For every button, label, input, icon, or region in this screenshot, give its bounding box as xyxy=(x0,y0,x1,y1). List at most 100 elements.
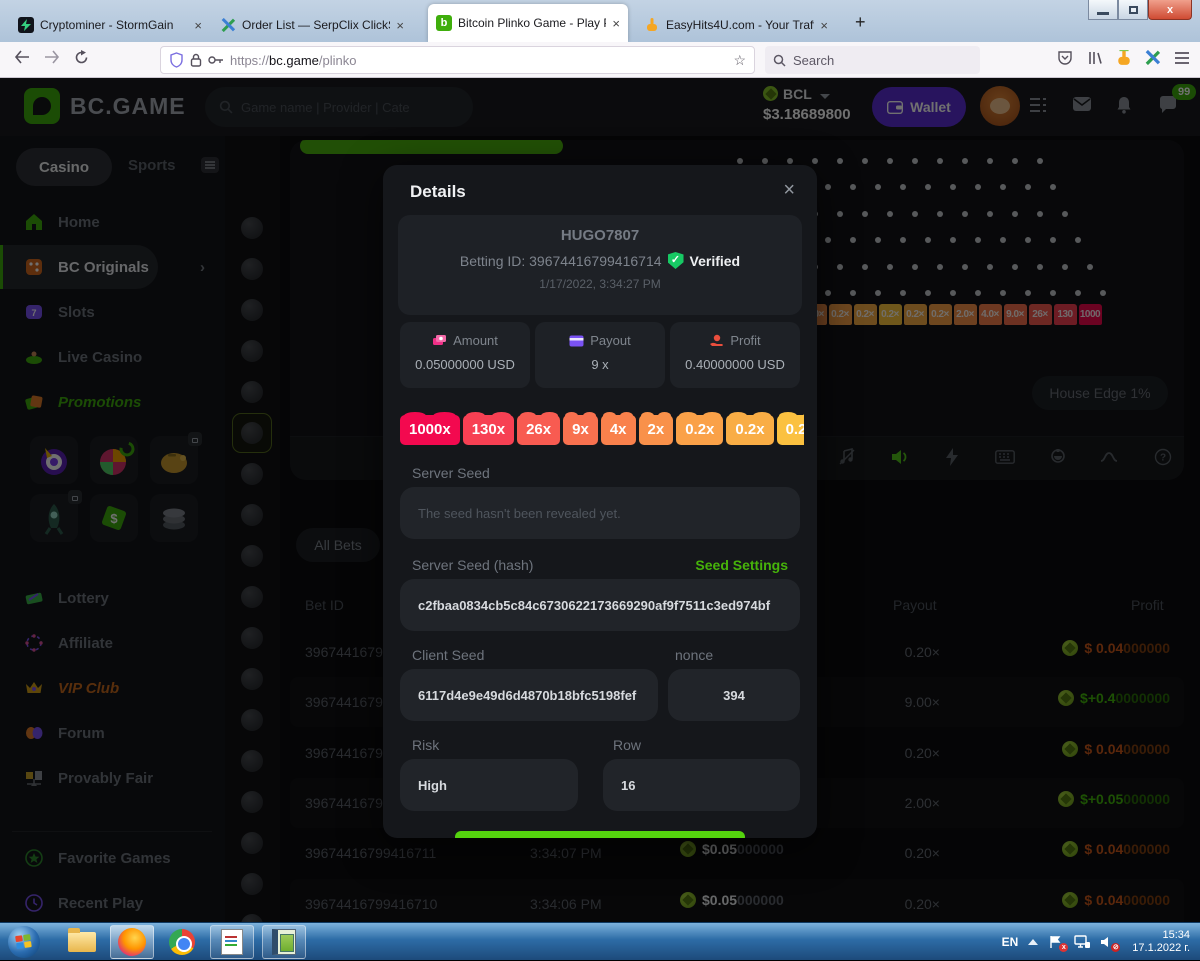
verified-label: Verified xyxy=(690,253,741,269)
multiplier-chip: 130x xyxy=(463,415,514,445)
taskbar-chrome-icon[interactable] xyxy=(160,925,204,959)
amount-card: Amount 0.05000000 USD xyxy=(400,322,530,388)
close-button[interactable]: x xyxy=(1148,0,1192,20)
browser-tab-3-active[interactable]: b Bitcoin Plinko Game - Play Plin × xyxy=(428,4,628,42)
bcgame-favicon: b xyxy=(436,15,452,31)
tray-expand-icon[interactable] xyxy=(1028,939,1038,945)
back-button[interactable] xyxy=(14,50,30,69)
row-label: Row xyxy=(613,737,641,753)
forward-button[interactable] xyxy=(44,50,60,69)
multiplier-chip: 2x xyxy=(639,415,674,445)
key-icon[interactable] xyxy=(208,55,224,65)
multiplier-chip: 26x xyxy=(517,415,560,445)
serpclix-extension-icon[interactable] xyxy=(1145,50,1160,70)
pocket-icon[interactable] xyxy=(1057,50,1073,71)
search-icon xyxy=(773,54,786,67)
multiplier-chips-row: 1000x130x26x9x4x2x0.2x0.2x0.2x0.2x xyxy=(400,410,804,446)
url-bar[interactable]: https://bc.game/plinko ☆ xyxy=(160,46,755,74)
network-icon[interactable] xyxy=(1074,935,1090,949)
card-label: Payout xyxy=(590,333,630,348)
card-value: 9 x xyxy=(535,357,665,372)
tab-title: EasyHits4U.com - Your Traffic E xyxy=(666,18,814,32)
library-icon[interactable] xyxy=(1087,50,1103,71)
risk-select[interactable]: High xyxy=(400,759,578,811)
multiplier-chip: 4x xyxy=(601,415,636,445)
url-path: /plinko xyxy=(319,53,357,68)
serpclix-favicon xyxy=(220,17,236,33)
row-value: 16 xyxy=(621,778,635,793)
url-protocol: https:// xyxy=(230,53,269,68)
bet-timestamp: 1/17/2022, 3:34:27 PM xyxy=(398,277,802,291)
card-value: 0.05000000 USD xyxy=(400,357,530,372)
taskbar-explorer-icon[interactable] xyxy=(60,925,104,959)
server-seed-hash-value: c2fbaa0834cb5c84c6730622173669290af9f751… xyxy=(418,598,770,613)
row-select[interactable]: 16 xyxy=(603,759,800,811)
betting-id: Betting ID: 39674416799416714 xyxy=(460,253,662,269)
tab-close-icon[interactable]: × xyxy=(820,18,828,33)
action-center-flag-icon[interactable]: x xyxy=(1048,935,1064,949)
windows-taskbar: EN x ⊘ 15:34 17.1.2022 г. xyxy=(0,922,1200,960)
hand-coin-icon xyxy=(709,334,724,348)
clock-time: 15:34 xyxy=(1132,929,1190,942)
nonce-value: 394 xyxy=(723,688,745,703)
server-seed-hash-label: Server Seed (hash) xyxy=(412,557,533,573)
url-domain: bc.game xyxy=(269,53,319,68)
page-content: BC.GAME Game name | Provider | Cate BCL … xyxy=(0,78,1200,922)
taskbar-firefox-icon[interactable] xyxy=(110,925,154,959)
reload-button[interactable] xyxy=(74,50,89,70)
stormgain-favicon xyxy=(18,17,34,33)
minimize-button[interactable] xyxy=(1088,0,1118,20)
taskbar-clock[interactable]: 15:34 17.1.2022 г. xyxy=(1132,929,1190,955)
tab-title: Order List — SerpClix ClickSense xyxy=(242,18,390,32)
bookmark-star-icon[interactable]: ☆ xyxy=(733,52,746,69)
lock-icon[interactable] xyxy=(190,53,202,68)
card-label: Profit xyxy=(730,333,760,348)
username: HUGO7807 xyxy=(398,227,802,244)
client-seed-field[interactable]: 6117d4e9e49d6d4870b18bfc5198fef xyxy=(400,669,658,721)
taskbar-calc-icon[interactable] xyxy=(262,925,306,959)
multiplier-chip: 1000x xyxy=(400,415,460,445)
restore-button[interactable] xyxy=(1118,0,1148,20)
menu-hamburger-icon[interactable] xyxy=(1174,51,1190,70)
server-seed-field[interactable]: The seed hasn't been revealed yet. xyxy=(400,487,800,539)
multiplier-chip: 0.2x xyxy=(777,415,804,445)
risk-value: High xyxy=(418,778,447,793)
tracking-shield-icon[interactable] xyxy=(169,52,184,68)
bet-summary-block: HUGO7807 Betting ID: 39674416799416714 ✓… xyxy=(398,215,802,315)
modal-title: Details xyxy=(410,182,466,202)
tab-close-icon[interactable]: × xyxy=(396,18,404,33)
close-icon[interactable]: × xyxy=(783,179,795,202)
server-seed-hash-field[interactable]: c2fbaa0834cb5c84c6730622173669290af9f751… xyxy=(400,579,800,631)
search-placeholder: Search xyxy=(793,53,834,68)
server-seed-placeholder: The seed hasn't been revealed yet. xyxy=(418,506,621,521)
taskbar-document-icon[interactable] xyxy=(210,925,254,959)
multiplier-chip: 0.2x xyxy=(726,415,773,445)
browser-tab-2[interactable]: Order List — SerpClix ClickSense × xyxy=(212,8,412,42)
multiplier-chip: 9x xyxy=(563,415,598,445)
clock-date: 17.1.2022 г. xyxy=(1132,942,1190,955)
money-icon xyxy=(432,334,447,347)
profit-card: Profit 0.40000000 USD xyxy=(670,322,800,388)
card-icon xyxy=(569,335,584,347)
verify-button[interactable] xyxy=(455,831,745,838)
verified-shield-icon: ✓ xyxy=(668,252,684,269)
browser-tab-1[interactable]: Cryptominer - StormGain × xyxy=(10,8,210,42)
start-button[interactable] xyxy=(2,925,46,959)
browser-search-box[interactable]: Search xyxy=(765,46,980,74)
tab-title: Bitcoin Plinko Game - Play Plin xyxy=(458,16,606,30)
easyhits-extension-icon[interactable] xyxy=(1117,50,1131,71)
card-value: 0.40000000 USD xyxy=(670,357,800,372)
tab-close-icon[interactable]: × xyxy=(194,18,202,33)
seed-settings-link[interactable]: Seed Settings xyxy=(695,557,788,573)
new-tab-button[interactable]: + xyxy=(855,12,866,33)
tab-close-icon[interactable]: × xyxy=(612,16,620,31)
tab-title: Cryptominer - StormGain xyxy=(40,18,188,32)
browser-tab-4[interactable]: EasyHits4U.com - Your Traffic E × xyxy=(636,8,836,42)
easyhits-favicon xyxy=(644,17,660,33)
window-controls: x xyxy=(1088,0,1192,20)
payout-card: Payout 9 x xyxy=(535,322,665,388)
volume-muted-icon[interactable]: ⊘ xyxy=(1100,935,1116,949)
bet-details-modal: Details × HUGO7807 Betting ID: 396744167… xyxy=(383,165,817,838)
language-indicator[interactable]: EN xyxy=(1002,935,1019,949)
nonce-field[interactable]: 394 xyxy=(668,669,800,721)
